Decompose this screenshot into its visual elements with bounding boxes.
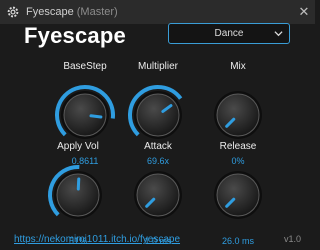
preset-selected-label: Dance	[214, 28, 244, 39]
plugin-title: Fyescape	[24, 23, 126, 48]
knob-body	[136, 173, 180, 217]
knob-body	[136, 93, 180, 137]
knob-release[interactable]: Release 26.0 ms	[193, 140, 283, 246]
knob-label: Mix	[230, 61, 246, 72]
preset-dropdown[interactable]: Dance	[168, 23, 290, 44]
window-title: Fyescape (Master)	[26, 6, 118, 18]
knob-body	[216, 173, 260, 217]
close-icon: ✕	[298, 4, 310, 19]
knob-label: Attack	[144, 141, 172, 152]
close-button[interactable]: ✕	[293, 0, 315, 24]
gear-icon[interactable]	[6, 5, 20, 19]
knob-value: 26.0 ms	[221, 236, 254, 246]
knob-dial[interactable]	[198, 155, 278, 235]
knob-dial[interactable]	[38, 155, 118, 235]
knob-pointer	[89, 114, 103, 119]
version-label: v1.0	[283, 234, 301, 244]
knob-label: Multiplier	[137, 61, 178, 72]
knob-body	[216, 93, 260, 137]
website-link[interactable]: https://nekomimi1011.itch.io/fyescape	[14, 234, 180, 245]
knob-label: Release	[219, 141, 257, 152]
knob-dial[interactable]	[118, 155, 198, 235]
knob-attack[interactable]: Attack 1.0 ms	[113, 140, 203, 246]
knob-applyvol[interactable]: Apply Vol 51%	[33, 140, 123, 246]
knob-body	[63, 93, 107, 137]
knob-label: Apply Vol	[57, 141, 99, 152]
chevron-down-icon	[274, 31, 283, 37]
title-bar: Fyescape (Master) ✕	[0, 0, 315, 24]
